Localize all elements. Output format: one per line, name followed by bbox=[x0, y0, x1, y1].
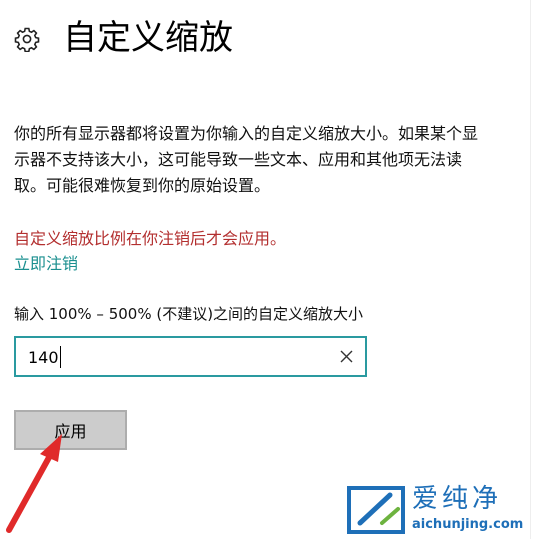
watermark: 爱纯净 aichunjing.com bbox=[346, 483, 536, 539]
window-edge bbox=[530, 0, 531, 539]
watermark-logo bbox=[347, 486, 405, 534]
sign-out-warning: 自定义缩放比例在你注销后才会应用。 bbox=[14, 229, 287, 248]
scaling-description: 你的所有显示器都将设置为你输入的自定义缩放大小。如果某个显 示器不支持该大小，这… bbox=[14, 121, 541, 199]
annotation-arrow bbox=[6, 434, 62, 533]
gear-icon bbox=[14, 27, 40, 52]
description-line: 取。可能很难恢复到你的原始设置。 bbox=[14, 176, 271, 195]
watermark-url: aichunjing.com bbox=[412, 517, 524, 532]
close-icon[interactable] bbox=[339, 349, 354, 364]
page-title: 自定义缩放 bbox=[63, 18, 233, 58]
custom-scale-input[interactable] bbox=[28, 344, 328, 370]
scale-input-box bbox=[14, 336, 367, 377]
custom-scaling-page: 自定义缩放 你的所有显示器都将设置为你输入的自定义缩放大小。如果某个显 示器不支… bbox=[0, 0, 541, 539]
watermark-name: 爱纯净 bbox=[412, 484, 503, 514]
description-line: 示器不支持该大小，这可能导致一些文本、应用和其他项无法读 bbox=[14, 150, 463, 169]
scale-input-label: 输入 100% – 500% (不建议)之间的自定义缩放大小 bbox=[14, 305, 364, 323]
description-line: 你的所有显示器都将设置为你输入的自定义缩放大小。如果某个显 bbox=[14, 124, 479, 143]
text-caret bbox=[59, 346, 61, 368]
sign-out-now-link[interactable]: 立即注销 bbox=[14, 252, 78, 276]
